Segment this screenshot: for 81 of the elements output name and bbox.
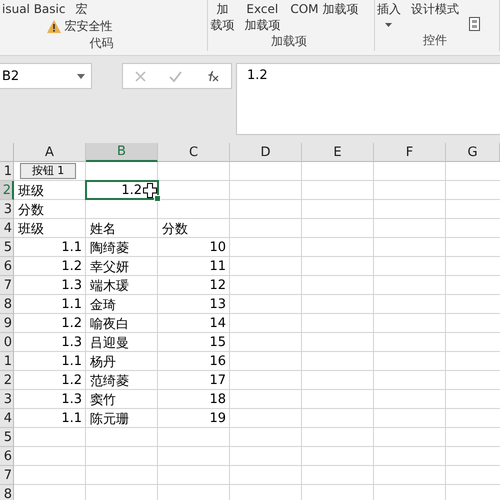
ribbon-command[interactable]: Excel 加载项 (244, 1, 280, 33)
table-cell-text: 杨丹 (89, 354, 117, 371)
column-header[interactable]: F (374, 143, 446, 162)
group-label: 控件 (422, 32, 448, 49)
row-header[interactable]: 7 (0, 466, 14, 485)
column-header[interactable]: A (14, 143, 86, 162)
ribbon-command[interactable]: 加 载项 (210, 1, 234, 33)
table-cell-text: 10 (208, 239, 227, 257)
row-header[interactable]: 7 (0, 276, 14, 295)
table-cell-text: 1.3 (60, 334, 83, 352)
ribbon-command[interactable]: COM 加载项 (290, 1, 358, 17)
insert-button[interactable]: 插入 (376, 1, 401, 27)
row-header[interactable]: 3 (0, 200, 14, 219)
table-cell-text: 1.2 (60, 372, 83, 390)
table-cell-text: 1.1 (60, 296, 83, 314)
active-cell[interactable]: 1.2 (85, 180, 159, 200)
table-cell-text: 15 (208, 334, 227, 352)
table-cell-text: 窦竹 (89, 392, 117, 409)
table-cell-text: 喻夜白 (89, 316, 130, 333)
column-header[interactable]: C (158, 143, 230, 162)
table-cell-text: 1.1 (60, 410, 83, 428)
warning-icon (47, 20, 62, 33)
table-cell-text: 1.1 (60, 239, 83, 257)
group-label: 代码 (88, 35, 115, 52)
table-cell-text: 范绮菱 (89, 372, 130, 390)
table-cell-text: 12 (208, 277, 227, 295)
row-header[interactable]: 9 (0, 314, 14, 333)
ribbon-command[interactable]: 设计模式 (410, 1, 459, 17)
row-header[interactable]: 2 (0, 181, 14, 200)
table-cell-text: 端木瑗 (89, 278, 130, 295)
row-header[interactable]: 5 (0, 428, 14, 447)
table-cell-text: 19 (208, 410, 227, 428)
row-header[interactable]: 3 (0, 390, 14, 409)
table-cell-text: 1.2 (60, 258, 83, 276)
fill-handle[interactable] (154, 195, 161, 202)
row-header[interactable]: 2 (0, 371, 14, 390)
table-cell-text: 18 (208, 391, 227, 409)
table-cell-text: 分数 (17, 202, 45, 219)
row-header[interactable]: 4 (0, 409, 14, 428)
ribbon-command[interactable]: isual Basic (2, 1, 66, 17)
macro-security-button[interactable]: 宏安全性 (47, 18, 112, 35)
cursor-icon (143, 183, 157, 198)
table-cell-text: 分数 (161, 220, 189, 238)
table-cell-text: 14 (208, 315, 227, 333)
row-header[interactable]: 8 (0, 295, 14, 314)
table-cell-text: 1.3 (60, 391, 83, 409)
column-header[interactable]: G (446, 143, 500, 162)
name-box[interactable]: B2 (0, 63, 92, 89)
row-header[interactable]: 5 (0, 238, 14, 257)
row-header[interactable]: 6 (0, 257, 14, 276)
form-button[interactable]: 按钮 1 (20, 163, 76, 179)
table-cell-text: 班级 (17, 182, 45, 200)
row-header[interactable]: 1 (0, 162, 14, 181)
table-cell-text: 姓名 (89, 220, 117, 238)
caret-icon (385, 23, 392, 27)
ribbon-command[interactable]: 宏 (75, 1, 88, 17)
row-header[interactable]: 8 (0, 485, 14, 500)
table-cell-text: 班级 (17, 220, 45, 238)
table-cell-text: 17 (208, 372, 227, 390)
table-cell-text: 1.3 (60, 277, 83, 295)
table-cell-text: 11 (208, 258, 227, 276)
properties-icon[interactable] (468, 17, 480, 31)
table-cell-text: 金琦 (89, 296, 117, 314)
table-cell-text: 1.2 (60, 315, 83, 333)
column-header[interactable]: D (230, 143, 302, 162)
column-header[interactable]: B (86, 143, 158, 162)
table-cell-text: 陈元珊 (89, 410, 130, 428)
table-cell-text: 13 (208, 296, 227, 314)
formula-field[interactable]: 1.2 (236, 63, 500, 135)
group-label: 加载项 (270, 33, 308, 50)
row-header[interactable]: 4 (0, 219, 14, 238)
table-cell-text: 幸父妍 (89, 258, 130, 276)
row-header[interactable]: 6 (0, 447, 14, 466)
check-icon[interactable] (168, 70, 182, 82)
table-cell-text: 16 (208, 353, 227, 371)
row-header[interactable]: 1 (0, 352, 14, 371)
row-header[interactable]: 0 (0, 333, 14, 352)
column-header[interactable]: E (302, 143, 374, 162)
table-cell-text: 1.1 (60, 353, 83, 371)
table-cell-text: 吕迎曼 (89, 334, 130, 352)
table-cell-text: 陶绮菱 (89, 240, 130, 257)
